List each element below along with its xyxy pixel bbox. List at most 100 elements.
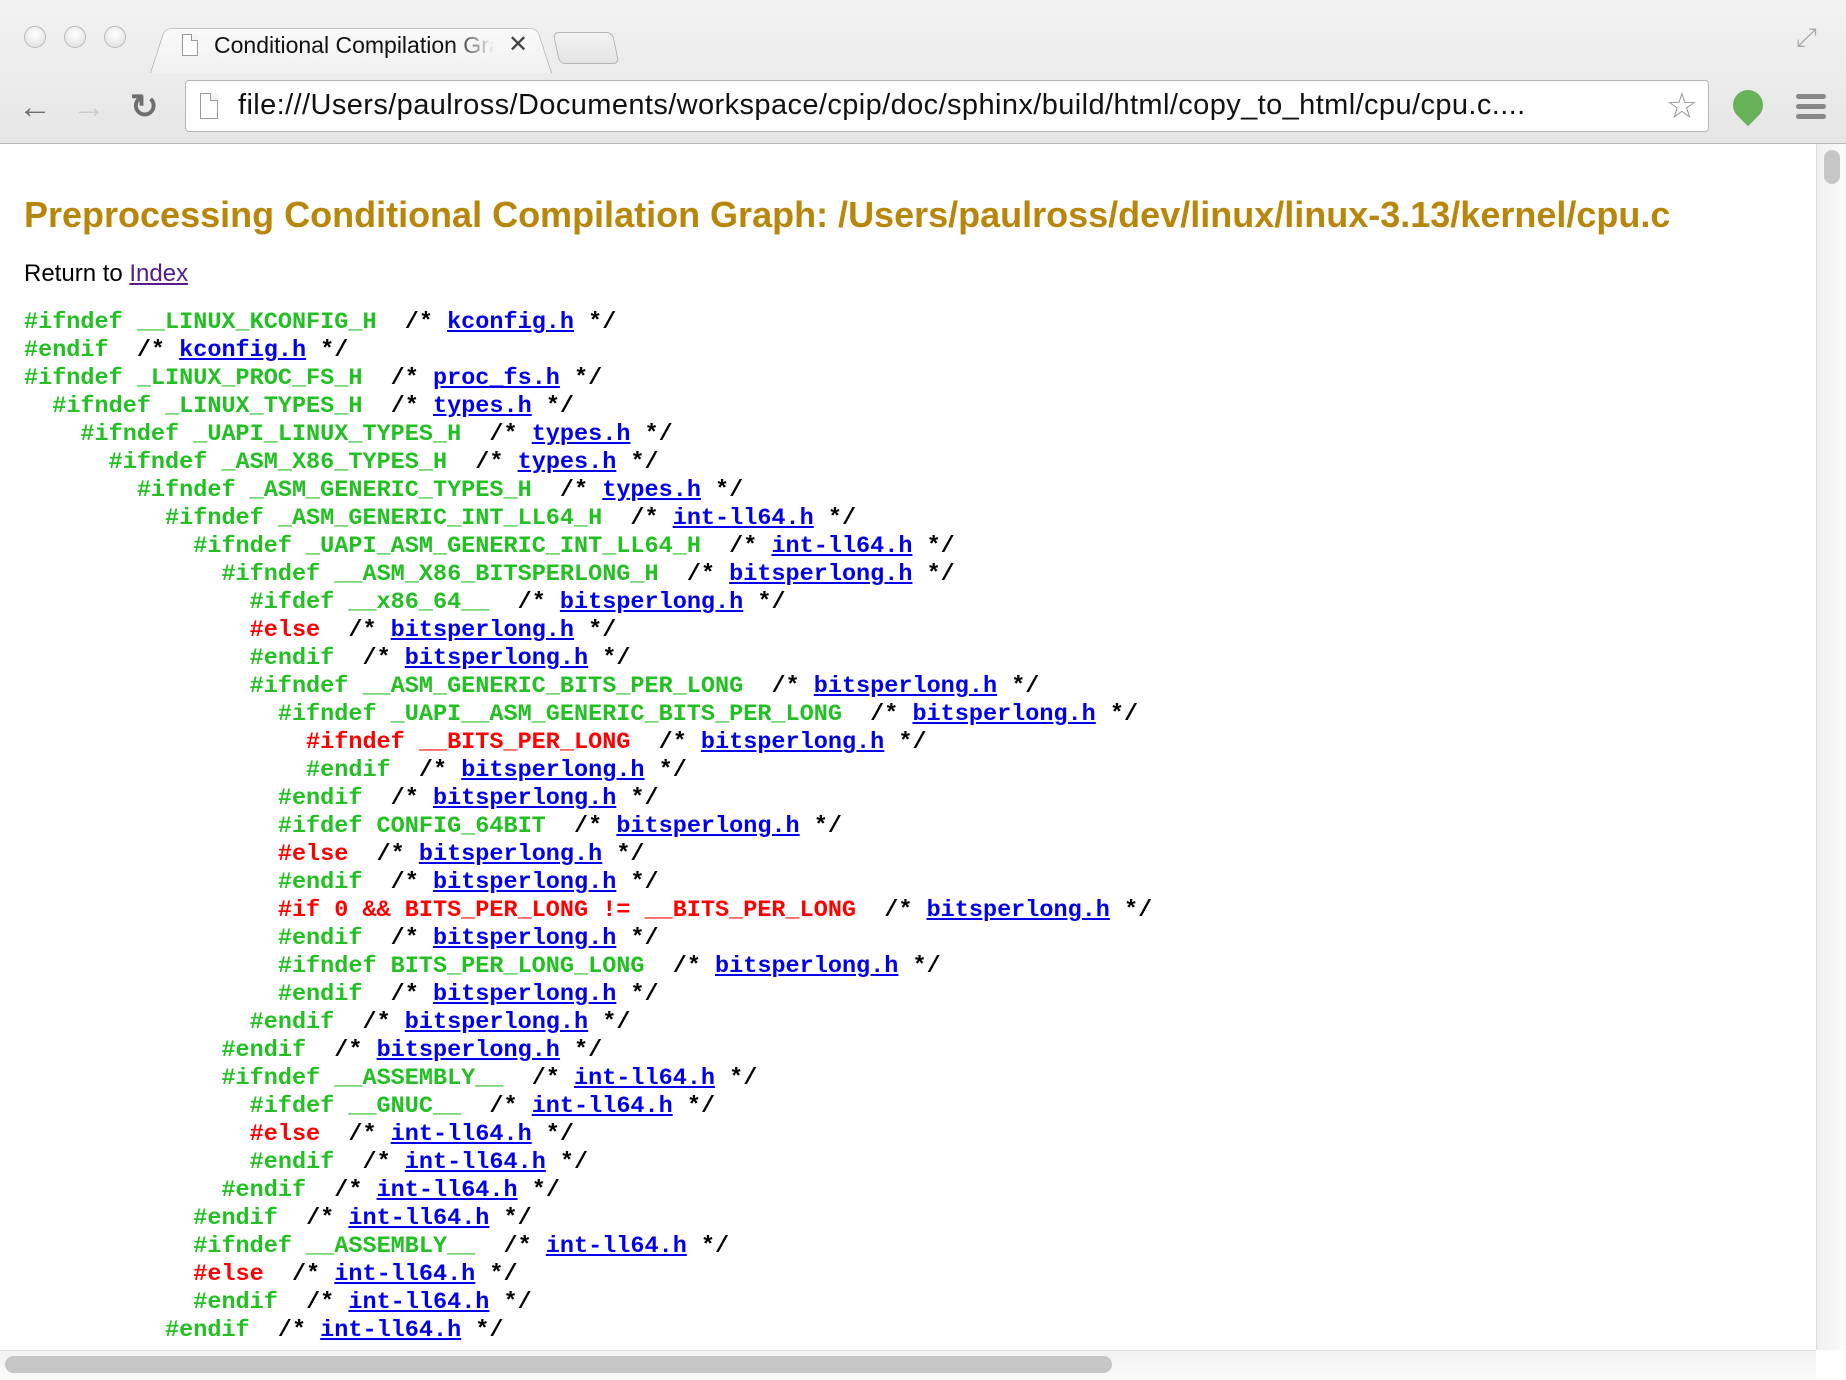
tab-title: Conditional Compilation Graph: /Users/pa… [214,32,494,58]
file-link[interactable]: int-ll64.h [334,1261,475,1288]
directive: #else [249,1121,321,1148]
window-close-button[interactable] [24,26,46,48]
comment-close: */ [616,981,659,1008]
comment-open: /* [630,729,701,756]
browser-toolbar: Conditional Compilation Graph: /Users/pa… [0,0,1846,144]
graph-line: #ifndef __ASM_X86_BITSPERLONG_H /* bitsp… [24,561,1152,589]
file-link[interactable]: bitsperlong.h [391,617,574,644]
extension-icon[interactable] [1726,83,1770,127]
graph-line: #endif /* int-ll64.h */ [24,1149,1152,1177]
graph-line: #ifndef _ASM_GENERIC_TYPES_H /* types.h … [24,477,1152,505]
directive: #ifndef _LINUX_PROC_FS_H [24,365,363,392]
comment-close: */ [912,533,955,560]
file-link[interactable]: bitsperlong.h [616,813,799,840]
graph-line: #ifndef _UAPI_ASM_GENERIC_INT_LL64_H /* … [24,533,1152,561]
file-link[interactable]: bitsperlong.h [729,561,912,588]
return-prefix: Return to [24,260,130,287]
comment-open: /* [249,1317,321,1344]
horizontal-scroll-thumb[interactable] [5,1356,1112,1373]
file-link[interactable]: int-ll64.h [771,533,912,560]
directive: #ifndef __LINUX_KCONFIG_H [24,309,377,336]
file-link[interactable]: types.h [433,393,532,420]
file-link[interactable]: bitsperlong.h [814,673,997,700]
directive: #ifndef _LINUX_TYPES_H [52,393,363,420]
graph-line: #endif /* bitsperlong.h */ [24,925,1152,953]
file-link[interactable]: bitsperlong.h [433,785,616,812]
comment-open: /* [277,1205,349,1232]
comment-open: /* [348,841,419,868]
window-zoom-button[interactable] [104,26,126,48]
directive: #ifndef _UAPI_ASM_GENERIC_INT_LL64_H [193,533,701,560]
file-link[interactable]: types.h [532,421,631,448]
horizontal-scrollbar[interactable] [0,1350,1816,1380]
tab-active[interactable]: Conditional Compilation Graph: /Users/pa… [150,22,552,73]
fullscreen-icon[interactable]: ⤢ [1796,22,1826,52]
file-link[interactable]: types.h [518,449,617,476]
file-link[interactable]: int-ll64.h [673,505,814,532]
file-link[interactable]: bitsperlong.h [912,701,1095,728]
file-link[interactable]: bitsperlong.h [377,1037,560,1064]
file-link[interactable]: bitsperlong.h [419,841,602,868]
graph-line: #else /* int-ll64.h */ [24,1121,1152,1149]
comment-open: /* [531,477,603,504]
forward-button[interactable]: → [72,88,106,126]
directive: #ifndef __ASSEMBLY__ [221,1065,504,1092]
window-minimize-button[interactable] [64,26,86,48]
comment-close: */ [588,1009,631,1036]
new-tab-button[interactable] [552,32,620,64]
back-button[interactable]: ← [18,88,52,126]
graph-line: #endif /* bitsperlong.h */ [24,981,1152,1009]
comment-open: /* [320,1121,391,1148]
directive: #else [277,841,349,868]
file-link[interactable]: bitsperlong.h [405,645,588,672]
comment-close: */ [489,1289,532,1316]
close-icon[interactable]: ✕ [508,30,528,59]
reload-button[interactable]: ↻ [130,88,159,126]
file-link[interactable]: bitsperlong.h [433,981,616,1008]
directive: #ifdef CONFIG_64BIT [277,813,546,840]
file-link[interactable]: bitsperlong.h [701,729,884,756]
file-link[interactable]: bitsperlong.h [433,869,616,896]
file-link[interactable]: int-ll64.h [546,1233,687,1260]
bookmark-star-icon[interactable]: ☆ [1666,85,1698,127]
directive: #else [193,1261,264,1288]
file-link[interactable]: bitsperlong.h [405,1009,588,1036]
file-link[interactable]: int-ll64.h [348,1289,489,1316]
file-link[interactable]: kconfig.h [179,337,306,364]
file-link[interactable]: int-ll64.h [348,1205,489,1232]
vertical-scrollbar[interactable] [1816,144,1846,1350]
comment-open: /* [658,561,730,588]
comment-close: */ [531,1121,575,1148]
directive: #endif [193,1205,278,1232]
file-link[interactable]: bitsperlong.h [433,925,616,952]
file-link[interactable]: proc_fs.h [433,365,560,392]
file-link[interactable]: bitsperlong.h [560,589,743,616]
file-link[interactable]: kconfig.h [447,309,574,336]
directive: #ifndef _ASM_GENERIC_TYPES_H [136,477,532,504]
page-icon [200,93,218,119]
file-link[interactable]: int-ll64.h [574,1065,715,1092]
graph-line: #endif /* bitsperlong.h */ [24,1009,1152,1037]
directive: #ifndef __ASM_GENERIC_BITS_PER_LONG [249,673,744,700]
index-link[interactable]: Index [129,260,188,287]
file-link[interactable]: types.h [602,477,701,504]
file-link[interactable]: int-ll64.h [320,1317,461,1344]
directive: #ifndef __ASM_X86_BITSPERLONG_H [221,561,659,588]
file-link[interactable]: bitsperlong.h [715,953,898,980]
graph-line: #else /* bitsperlong.h */ [24,617,1152,645]
url-text[interactable]: file:///Users/paulross/Documents/workspa… [238,89,1658,122]
vertical-scroll-thumb[interactable] [1824,150,1840,184]
file-link[interactable]: int-ll64.h [405,1149,546,1176]
address-bar[interactable]: file:///Users/paulross/Documents/workspa… [185,80,1709,132]
comment-open: /* [644,953,716,980]
graph-line: #else /* int-ll64.h */ [24,1261,1152,1289]
file-link[interactable]: int-ll64.h [532,1093,673,1120]
menu-icon[interactable] [1796,94,1826,124]
file-link[interactable]: bitsperlong.h [927,897,1110,924]
file-link[interactable]: int-ll64.h [391,1121,532,1148]
directive: #endif [277,981,363,1008]
file-link[interactable]: bitsperlong.h [461,757,644,784]
file-link[interactable]: int-ll64.h [377,1177,518,1204]
graph-line: #ifndef _LINUX_PROC_FS_H /* proc_fs.h */ [24,365,1152,393]
graph-line: #endif /* int-ll64.h */ [24,1317,1152,1345]
